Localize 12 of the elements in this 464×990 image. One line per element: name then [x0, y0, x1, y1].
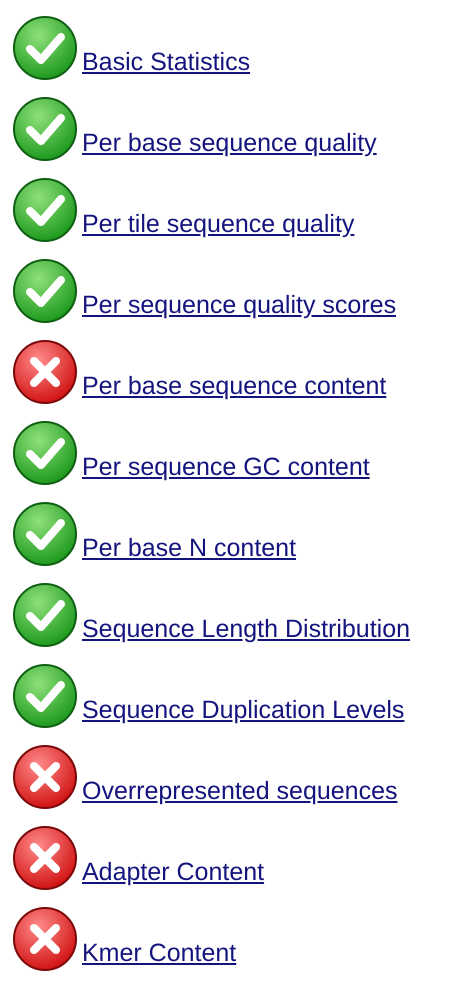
report-link[interactable]: Adapter Content: [82, 858, 264, 887]
report-link[interactable]: Per sequence quality scores: [82, 291, 396, 320]
report-link[interactable]: Overrepresented sequences: [82, 777, 398, 806]
report-link[interactable]: Per base sequence quality: [82, 129, 377, 158]
report-link[interactable]: Per sequence GC content: [82, 453, 370, 482]
report-link[interactable]: Basic Statistics: [82, 48, 250, 77]
report-link[interactable]: Per base N content: [82, 534, 296, 563]
report-link[interactable]: Sequence Length Distribution: [82, 615, 410, 644]
report-link[interactable]: Kmer Content: [82, 939, 236, 968]
report-link[interactable]: Per tile sequence quality: [82, 210, 354, 239]
report-link[interactable]: Sequence Duplication Levels: [82, 696, 404, 725]
report-link[interactable]: Per base sequence content: [82, 372, 386, 401]
